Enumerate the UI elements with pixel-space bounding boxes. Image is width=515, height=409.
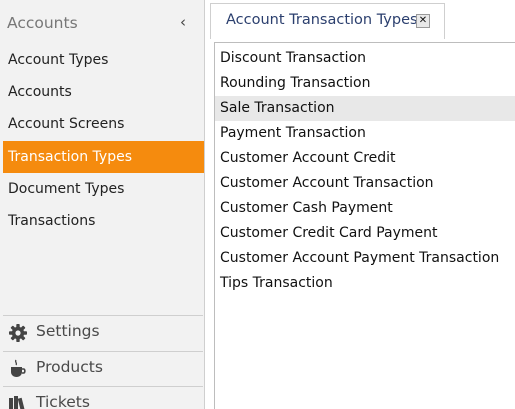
sidebar-nav: Account Types Accounts Account Screens T… — [3, 44, 204, 237]
list-item[interactable]: Rounding Transaction — [215, 71, 515, 96]
sidebar-title: Accounts — [7, 14, 78, 32]
section-label-tickets: Tickets — [36, 393, 90, 409]
list-item[interactable]: Customer Account Payment Transaction — [215, 246, 515, 271]
gear-icon — [8, 323, 28, 343]
tab-bar: Account Transaction Types ✕ — [210, 0, 515, 39]
coffee-cup-icon — [8, 359, 28, 379]
app-window: Accounts ‹ Account Types Accounts Accoun… — [0, 0, 515, 409]
list-item[interactable]: Customer Account Transaction — [215, 171, 515, 196]
sidebar-item-accounts[interactable]: Accounts — [3, 76, 204, 108]
list-item[interactable]: Customer Account Credit — [215, 146, 515, 171]
sidebar-sections: Settings Products Tickets — [3, 315, 203, 409]
collapse-sidebar-icon[interactable]: ‹ — [180, 13, 186, 31]
tab-label: Account Transaction Types — [226, 12, 418, 28]
close-icon[interactable]: ✕ — [416, 14, 430, 28]
books-icon — [8, 394, 28, 409]
list-items: Discount Transaction Rounding Transactio… — [215, 46, 515, 296]
list-item[interactable]: Discount Transaction — [215, 46, 515, 71]
section-settings[interactable]: Settings — [3, 315, 203, 351]
sidebar-item-account-types[interactable]: Account Types — [3, 44, 204, 76]
list-item[interactable]: Customer Cash Payment — [215, 196, 515, 221]
section-tickets[interactable]: Tickets — [3, 386, 203, 409]
sidebar-item-document-types[interactable]: Document Types — [3, 173, 204, 205]
section-label-settings: Settings — [36, 322, 100, 340]
transaction-types-list: Discount Transaction Rounding Transactio… — [214, 42, 515, 409]
list-item[interactable]: Payment Transaction — [215, 121, 515, 146]
sidebar-item-transaction-types[interactable]: Transaction Types — [3, 140, 204, 173]
section-label-products: Products — [36, 357, 103, 376]
section-products[interactable]: Products — [3, 350, 203, 387]
list-item[interactable]: Customer Credit Card Payment — [215, 221, 515, 246]
sidebar: Accounts ‹ Account Types Accounts Accoun… — [0, 0, 205, 409]
sidebar-header: Accounts ‹ — [0, 8, 204, 40]
sidebar-item-account-screens[interactable]: Account Screens — [3, 108, 204, 140]
tab-account-transaction-types[interactable]: Account Transaction Types ✕ — [210, 3, 445, 39]
list-item[interactable]: Tips Transaction — [215, 271, 515, 296]
list-item[interactable]: Sale Transaction — [215, 96, 515, 121]
sidebar-item-transactions[interactable]: Transactions — [3, 205, 204, 237]
